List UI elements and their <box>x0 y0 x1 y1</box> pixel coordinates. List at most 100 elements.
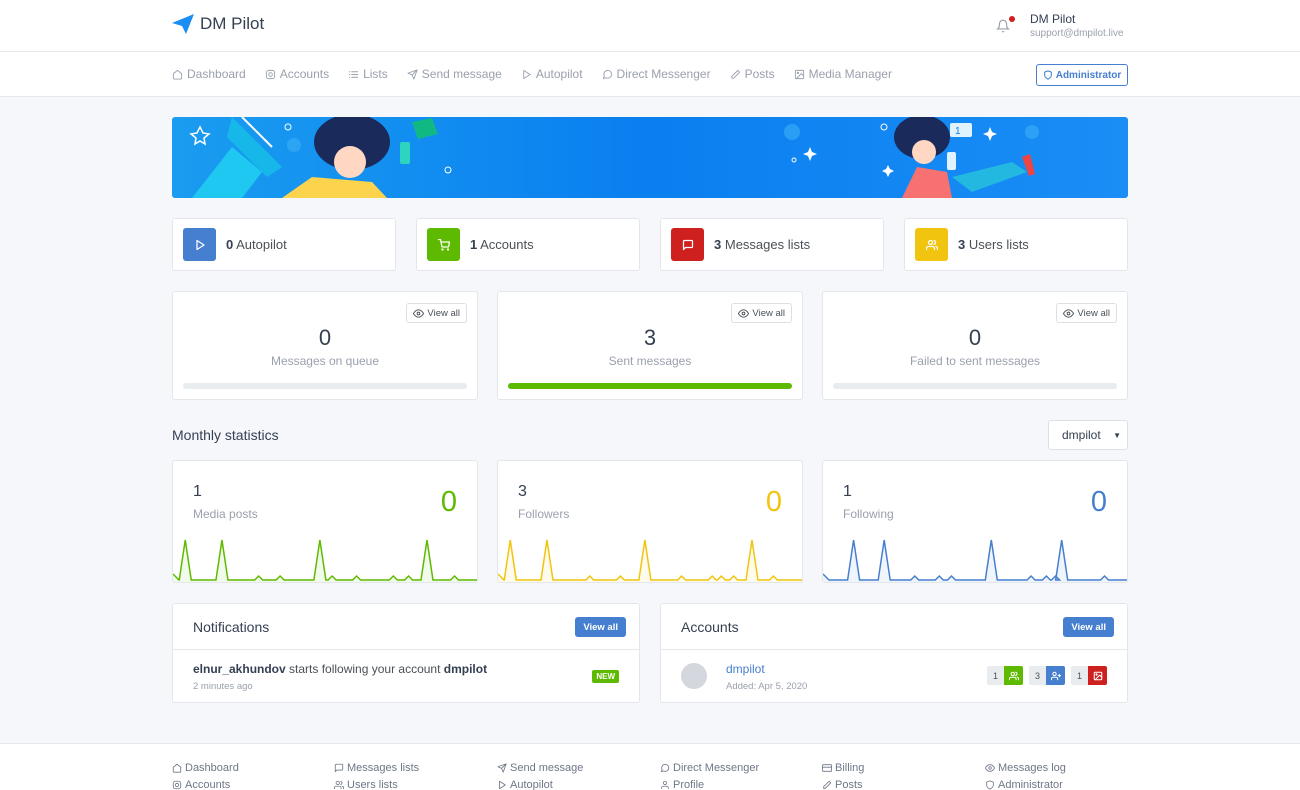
play-icon <box>195 239 205 250</box>
stat-card-messages-lists[interactable]: 3 Messages lists <box>660 218 884 271</box>
footer-column: Billing Posts <box>822 761 864 790</box>
monthly-label: Media posts <box>193 507 258 521</box>
nav-media-manager[interactable]: Media Manager <box>794 67 892 81</box>
view-all-button[interactable]: View all <box>1056 303 1117 323</box>
progress-bar <box>833 383 1117 389</box>
footer-link-profile[interactable]: Profile <box>660 778 759 790</box>
nav-dashboard[interactable]: Dashboard <box>172 67 246 81</box>
account-tag[interactable]: 1 <box>1071 666 1107 685</box>
view-all-button[interactable]: View all <box>731 303 792 323</box>
stat-card-autopilot[interactable]: 0 Autopilot <box>172 218 396 271</box>
notifications-title: Notifications <box>173 604 639 650</box>
stat-label: Users lists <box>968 237 1029 252</box>
account-name-link[interactable]: dmpilot <box>726 662 765 676</box>
footer-column: Dashboard Accounts <box>172 761 239 790</box>
home-icon <box>172 69 183 80</box>
svg-text:1: 1 <box>955 126 961 137</box>
account-tag[interactable]: 3 <box>1029 666 1065 685</box>
footer-link-messages-lists[interactable]: Messages lists <box>334 761 419 775</box>
nav-posts[interactable]: Posts <box>730 67 775 81</box>
list-icon <box>348 70 359 78</box>
nav-direct-messenger[interactable]: Direct Messenger <box>602 67 711 81</box>
footer-link-direct-messenger[interactable]: Direct Messenger <box>660 761 759 775</box>
footer-link-send-message[interactable]: Send message <box>497 761 583 775</box>
footer-link-dashboard[interactable]: Dashboard <box>172 761 239 775</box>
notification-time: 2 minutes ago <box>193 681 253 692</box>
footer-link-autopilot[interactable]: Autopilot <box>497 778 583 790</box>
bell-icon[interactable] <box>995 16 1015 33</box>
message-square-icon <box>334 763 344 773</box>
user-icon <box>661 780 669 790</box>
sparkline-chart <box>173 539 477 582</box>
monthly-delta: 0 <box>440 486 457 518</box>
paper-plane-icon <box>172 14 194 34</box>
nav-accounts[interactable]: Accounts <box>265 67 329 81</box>
eye-icon <box>413 308 425 318</box>
stat-count: 3 <box>958 237 966 252</box>
main-navbar: Dashboard Accounts Lists Send message Autopi… <box>0 52 1300 97</box>
accounts-title: Accounts <box>661 604 1127 650</box>
footer-link-accounts[interactable]: Accounts <box>172 778 239 790</box>
user-name: DM Pilot <box>1030 12 1076 26</box>
users-icon <box>925 239 938 250</box>
nav-autopilot[interactable]: Autopilot <box>521 67 583 81</box>
stat-icon-box <box>671 228 704 261</box>
user-menu[interactable]: DM Pilot support@dmpilot.live <box>995 12 1124 39</box>
user-email: support@dmpilot.live <box>1030 28 1124 39</box>
footer-column: Messages log Administrator <box>985 761 1066 790</box>
nav-lists[interactable]: Lists <box>348 67 388 81</box>
monthly-label: Followers <box>518 507 570 521</box>
message-square-icon <box>682 239 693 250</box>
administrator-button[interactable]: Administrator <box>1036 64 1128 86</box>
notifications-view-all-button[interactable]: View all <box>575 617 626 637</box>
stat-card-accounts[interactable]: 1 Accounts <box>416 218 640 271</box>
play-icon <box>523 69 531 79</box>
nav-send-message[interactable]: Send message <box>407 67 502 81</box>
stat-count: 3 <box>714 237 722 252</box>
avatar <box>681 663 707 689</box>
message-label: Sent messages <box>608 354 692 368</box>
hero-banner: 1 <box>172 117 1128 198</box>
progress-bar <box>183 383 467 389</box>
footer-link-posts[interactable]: Posts <box>822 778 864 790</box>
credit-card-icon <box>822 764 832 772</box>
footer-column: Send message Autopilot <box>497 761 583 790</box>
view-all-button[interactable]: View all <box>406 303 467 323</box>
monthly-value: 1 <box>193 483 202 500</box>
notification-item[interactable]: elnur_akhundov starts following your acc… <box>193 662 487 676</box>
footer-link-billing[interactable]: Billing <box>822 761 864 775</box>
monthly-delta: 0 <box>1090 486 1107 518</box>
footer-column: Direct Messenger Profile <box>660 761 759 790</box>
accounts-view-all-button[interactable]: View all <box>1063 617 1114 637</box>
brand-name: DM Pilot <box>200 14 265 33</box>
users-icon <box>1008 671 1019 680</box>
eye-icon <box>1063 308 1075 318</box>
footer-link-users-lists[interactable]: Users lists <box>334 778 419 790</box>
banner-illustration: 1 <box>189 117 1039 198</box>
sparkline-chart <box>823 539 1127 582</box>
sparkline-chart <box>498 539 802 582</box>
user-plus-icon <box>1050 671 1061 680</box>
monthly-value: 1 <box>843 483 852 500</box>
stat-count: 0 <box>226 237 234 252</box>
footer-link-administrator[interactable]: Administrator <box>985 778 1066 790</box>
eye-icon <box>985 764 995 772</box>
monthly-label: Following <box>843 507 894 521</box>
message-label: Failed to sent messages <box>909 354 1041 368</box>
brand-logo[interactable]: DM Pilot <box>172 14 264 34</box>
image-icon <box>794 69 804 79</box>
account-select[interactable]: dmpilot ▼ <box>1048 420 1128 450</box>
instagram-icon <box>265 69 275 79</box>
account-tag[interactable]: 1 <box>987 666 1023 685</box>
message-count: 0 <box>318 325 332 350</box>
message-stat-card: View all 0 Failed to sent messages <box>822 291 1128 400</box>
footer-link-messages-log[interactable]: Messages log <box>985 761 1066 775</box>
stat-card-users-lists[interactable]: 3 Users lists <box>904 218 1128 271</box>
stat-icon-box <box>427 228 460 261</box>
account-added-date: Added: Apr 5, 2020 <box>726 681 808 692</box>
home-icon <box>172 763 182 773</box>
message-stat-card: View all 0 Messages on queue <box>172 291 478 400</box>
stat-icon-box <box>183 228 216 261</box>
instagram-icon <box>172 780 182 790</box>
eye-icon <box>738 308 750 318</box>
